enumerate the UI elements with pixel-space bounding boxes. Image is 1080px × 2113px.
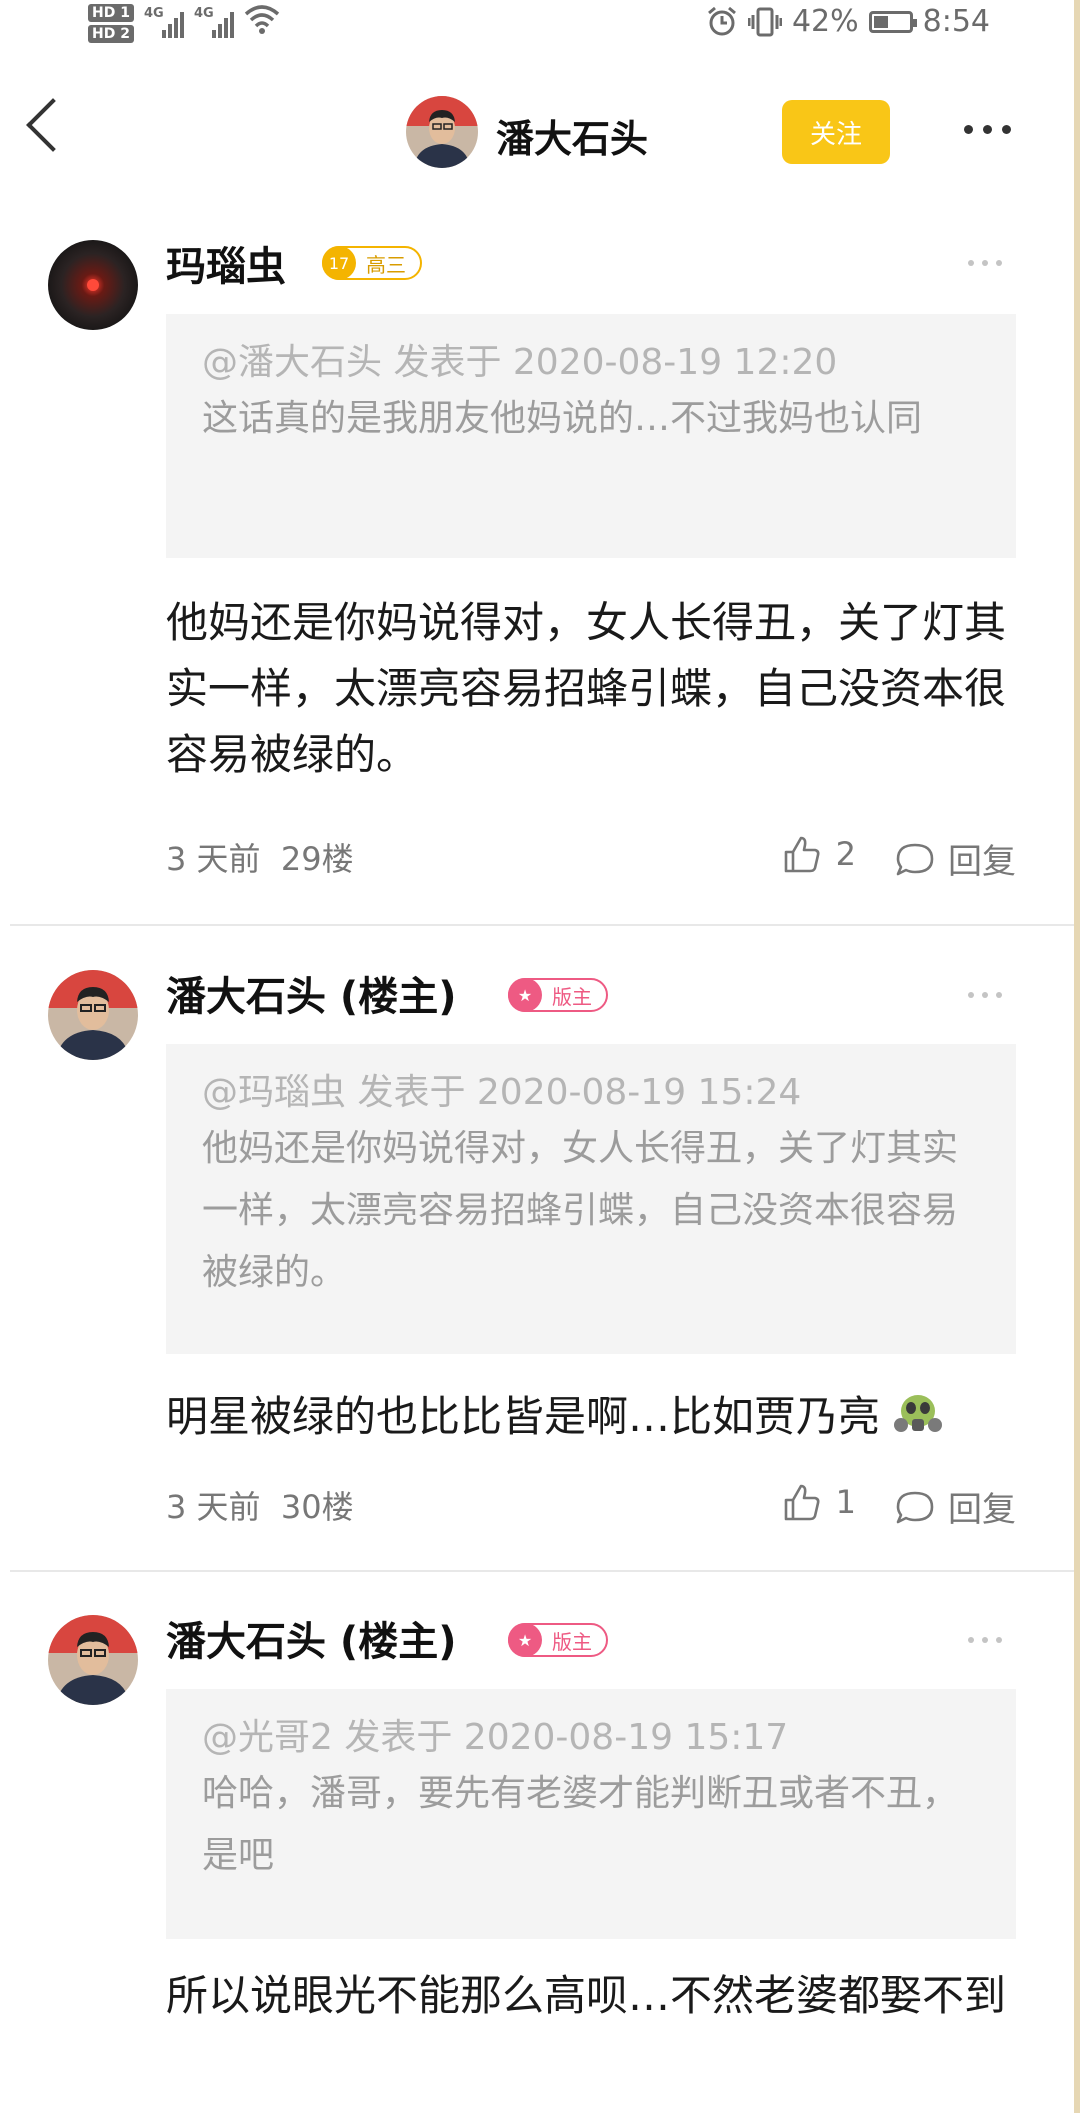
quote-meta: @潘大石头 发表于 2020-08-19 12:20 — [202, 342, 838, 383]
reply-label: 回复 — [948, 842, 1016, 882]
level-medal-icon: 17 — [322, 246, 356, 280]
post-content-text: 明星被绿的也比比皆是啊…比如贾乃亮 — [166, 1392, 881, 1441]
status-bar: HD 1 HD 2 4G 4G 42% 8:54 — [0, 0, 1080, 52]
hd1-label: HD 1 — [88, 4, 134, 22]
post-time: 3 天前 — [166, 1488, 261, 1526]
like-count: 1 — [835, 1483, 856, 1521]
alarm-icon — [707, 6, 736, 35]
post-options-icon[interactable] — [968, 992, 1008, 1002]
post-options-icon[interactable] — [968, 1637, 1008, 1647]
signal-1-icon: 4G — [144, 4, 184, 38]
gas-mask-emoji — [894, 1395, 943, 1432]
post-content: 明星被绿的也比比皆是啊…比如贾乃亮 — [166, 1384, 1026, 1450]
comment-bubble-icon — [896, 1491, 934, 1523]
quote-meta: @玛瑙虫 发表于 2020-08-19 15:24 — [202, 1072, 802, 1113]
battery-fill — [873, 15, 888, 28]
avatar[interactable] — [48, 240, 138, 330]
quote-text: 这话真的是我朋友他妈说的…不过我妈也认同 — [202, 398, 923, 439]
user-level-badge: 17 高三 — [322, 246, 422, 280]
battery-icon — [868, 10, 917, 33]
post-divider — [10, 1570, 1074, 1572]
post-footer: 3 天前 29楼 2 回复 — [166, 834, 1016, 884]
thumbs-up-icon — [784, 836, 820, 873]
chevron-left-icon[interactable] — [26, 98, 80, 152]
post-divider — [10, 924, 1074, 926]
reply-button[interactable]: 回复 — [894, 834, 1016, 883]
reply-label: 回复 — [948, 1490, 1016, 1530]
follow-button[interactable]: 关注 — [782, 100, 890, 164]
hd2-label: HD 2 — [88, 25, 134, 43]
star-icon: ★ — [508, 978, 542, 1012]
network-1-label: 4G — [143, 6, 164, 21]
post-options-icon[interactable] — [968, 260, 1008, 270]
thumbs-up-icon — [784, 1484, 820, 1521]
floor-number: 30楼 — [280, 1488, 354, 1526]
post-time: 3 天前 — [166, 840, 261, 878]
quote-meta: @光哥2 发表于 2020-08-19 15:17 — [202, 1717, 789, 1758]
vibrate-icon — [747, 7, 782, 36]
more-dots-icon[interactable] — [964, 114, 1020, 144]
username[interactable]: 潘大石头 (楼主) — [166, 1609, 457, 1667]
moderator-badge-label: 版主 — [552, 1629, 592, 1654]
reply-post-31: 潘大石头 (楼主) ★ 版主 @光哥2 发表于 2020-08-19 15:17… — [0, 1605, 1074, 2113]
network-2-label: 4G — [193, 6, 214, 21]
reply-post-30: 潘大石头 (楼主) ★ 版主 @玛瑙虫 发表于 2020-08-19 15:24… — [0, 960, 1074, 1560]
post-meta: 3 天前 29楼 — [166, 834, 354, 880]
quoted-reply: @潘大石头 发表于 2020-08-19 12:20 这话真的是我朋友他妈说的…… — [166, 314, 1016, 558]
username[interactable]: 潘大石头 (楼主) — [166, 964, 457, 1022]
like-button[interactable]: 2 — [782, 834, 856, 874]
moderator-badge-label: 版主 — [552, 984, 592, 1009]
battery-percent: 42% — [791, 4, 859, 39]
reply-post-29: 玛瑙虫 17 高三 @潘大石头 发表于 2020-08-19 12:20 这话真… — [0, 230, 1074, 920]
post-content: 他妈还是你妈说得对，女人长得丑，关了灯其实一样，太漂亮容易招蜂引蝶，自己没资本很… — [166, 598, 1007, 779]
reply-button[interactable]: 回复 — [894, 1482, 1016, 1531]
level-badge-label: 高三 — [366, 252, 406, 277]
post-content: 所以说眼光不能那么高呗…不然老婆都娶不到 — [166, 1971, 1007, 2020]
post-meta: 3 天前 30楼 — [166, 1482, 354, 1528]
page-edge — [1074, 0, 1080, 2113]
wifi-icon — [244, 5, 280, 34]
quoted-reply: @光哥2 发表于 2020-08-19 15:17 哈哈，潘哥，要先有老婆才能判… — [166, 1689, 1016, 1939]
comment-bubble-icon — [896, 843, 934, 875]
status-left: HD 1 HD 2 4G 4G — [88, 4, 280, 43]
top-nav-bar: 潘大石头 关注 — [0, 68, 1074, 198]
quote-text: 哈哈，潘哥，要先有老婆才能判断丑或者不丑，是吧 — [202, 1773, 959, 1876]
status-right: 42% 8:54 — [706, 4, 990, 39]
post-footer: 3 天前 30楼 1 回复 — [166, 1482, 1016, 1532]
avatar[interactable] — [48, 1615, 138, 1705]
quote-text: 他妈还是你妈说得对，女人长得丑，关了灯其实一样，太漂亮容易招蜂引蝶，自己没资本很… — [202, 1128, 959, 1293]
like-button[interactable]: 1 — [782, 1482, 856, 1522]
username[interactable]: 玛瑙虫 — [166, 234, 286, 292]
quoted-reply: @玛瑙虫 发表于 2020-08-19 15:24 他妈还是你妈说得对，女人长得… — [166, 1044, 1016, 1354]
moderator-badge: ★ 版主 — [508, 978, 608, 1012]
hd-indicators: HD 1 HD 2 — [88, 4, 134, 43]
signal-2-icon: 4G — [194, 4, 234, 38]
moderator-badge: ★ 版主 — [508, 1623, 608, 1657]
like-count: 2 — [835, 835, 856, 873]
avatar[interactable] — [48, 970, 138, 1060]
page-title: 潘大石头 — [496, 117, 649, 161]
floor-number: 29楼 — [280, 840, 354, 878]
star-icon: ★ — [508, 1623, 542, 1657]
clock-time: 8:54 — [922, 4, 990, 39]
header-avatar[interactable] — [406, 96, 478, 168]
